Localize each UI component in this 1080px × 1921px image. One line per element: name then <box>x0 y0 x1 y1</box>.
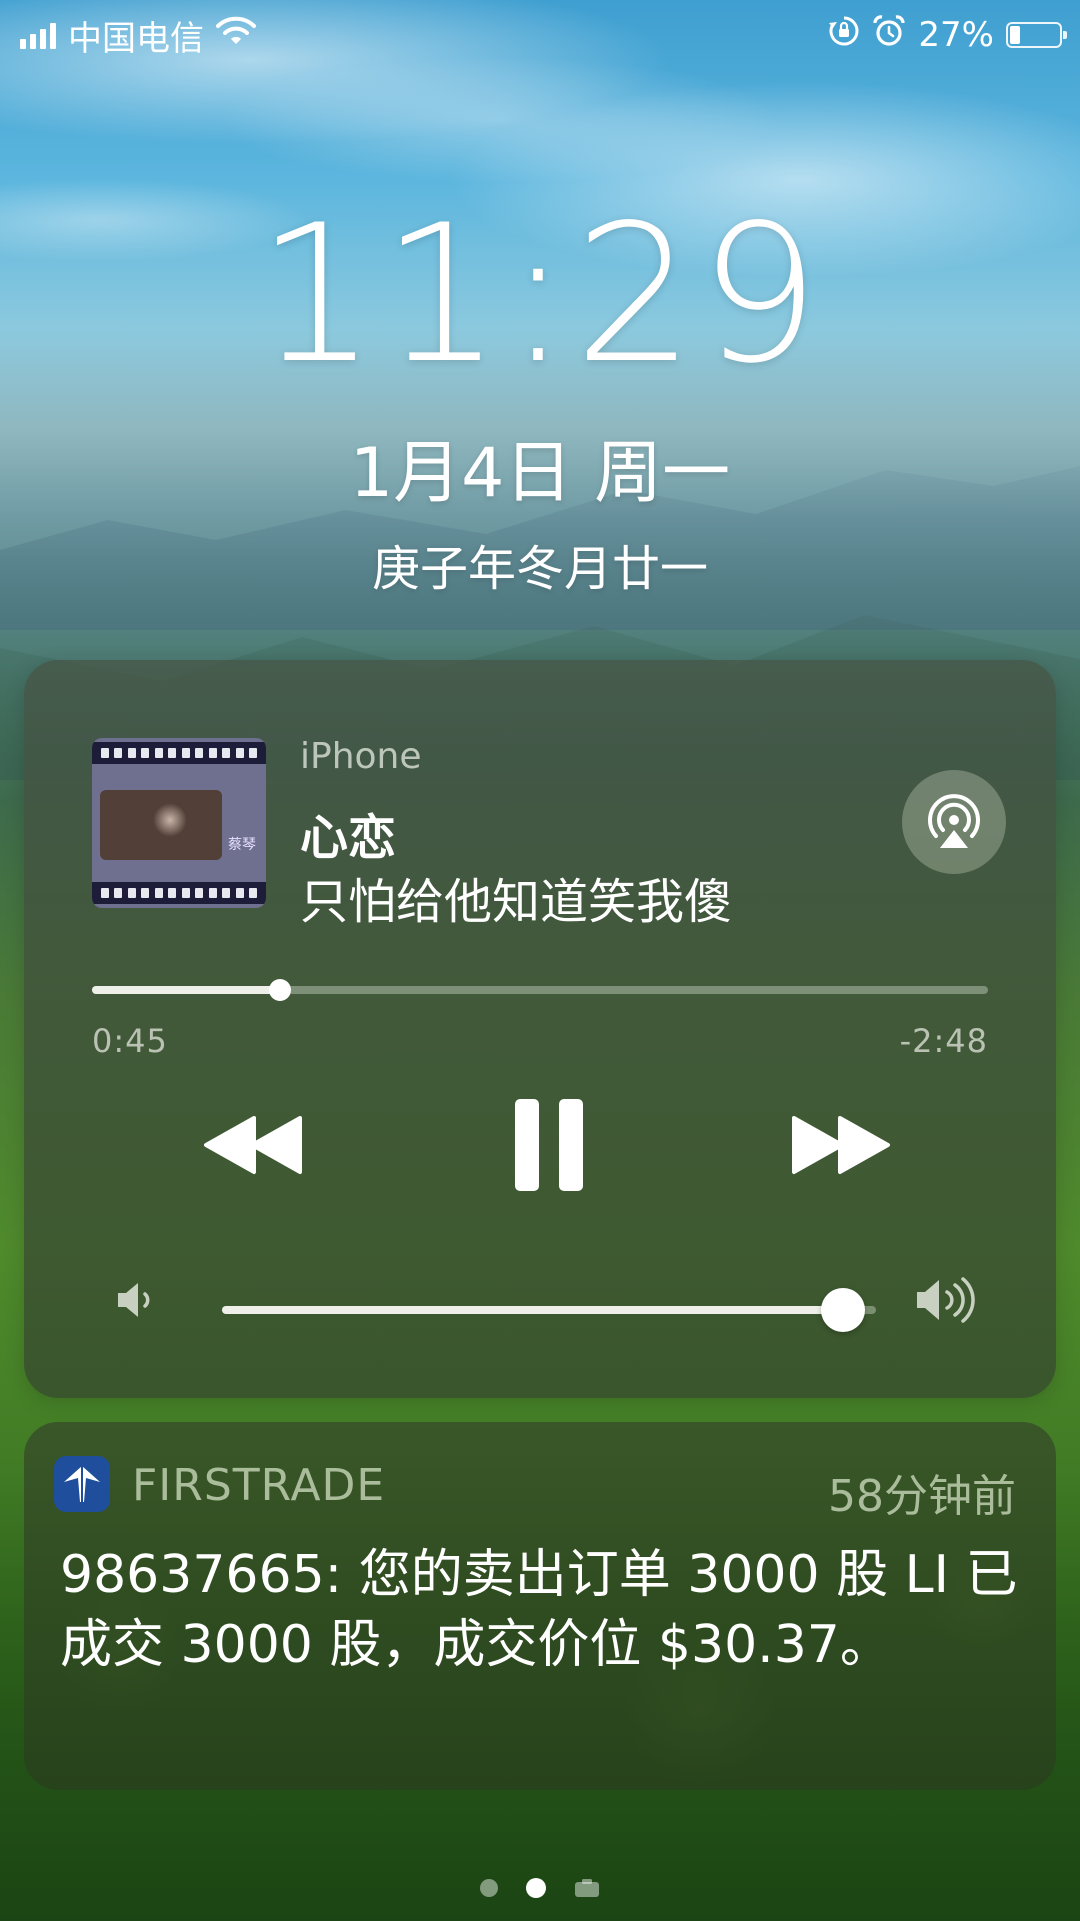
carrier-name: 中国电信 <box>68 18 204 59</box>
firstrade-notification[interactable]: FIRSTRADE 58分钟前 98637665: 您的卖出订单 3000 股 … <box>24 1422 1056 1790</box>
alarm-icon <box>872 14 906 57</box>
song-title: 心恋 <box>300 810 397 866</box>
page-dot-active <box>526 1878 546 1898</box>
rewind-button[interactable] <box>194 1100 314 1190</box>
lock-clock: 11:29 <box>256 184 824 405</box>
lock-date: 1月4日 周一 <box>349 434 731 513</box>
fast-forward-icon <box>792 1116 890 1174</box>
rewind-icon <box>204 1116 302 1174</box>
status-bar-right: 27% <box>828 14 1067 57</box>
playback-source: iPhone <box>300 736 422 777</box>
album-artwork[interactable]: 蔡琴 <box>92 738 266 908</box>
wifi-icon <box>216 15 256 55</box>
volume-low-icon <box>106 1270 166 1330</box>
page-indicator[interactable] <box>0 1878 1080 1898</box>
volume-knob[interactable] <box>821 1288 866 1332</box>
notification-time: 58分钟前 <box>828 1471 1016 1522</box>
battery-percent: 27% <box>918 15 994 55</box>
volume-high-icon <box>904 1270 994 1330</box>
pause-icon <box>515 1099 583 1191</box>
remaining-time: -2:48 <box>899 1022 988 1060</box>
battery-icon <box>1006 22 1067 48</box>
lock-screen: 中国电信 27% 11:29 1月4日 周一 庚子年冬月廿一 蔡琴 iPhone… <box>0 0 1080 1921</box>
notification-app-name: FIRSTRADE <box>132 1460 386 1511</box>
volume-level <box>222 1306 844 1314</box>
song-subtitle: 只怕给他知道笑我傻 <box>300 874 733 930</box>
status-bar: 中国电信 27% <box>20 10 1067 60</box>
airplay-button[interactable] <box>902 770 1006 874</box>
scrubber-played <box>92 986 281 994</box>
scrubber-knob[interactable] <box>269 979 292 1001</box>
volume-slider[interactable] <box>222 1288 876 1332</box>
now-playing-widget[interactable]: 蔡琴 iPhone 心恋 只怕给他知道笑我傻 0:45 -2:48 <box>24 660 1056 1398</box>
lunar-date: 庚子年冬月廿一 <box>371 541 708 597</box>
camera-icon <box>574 1878 600 1898</box>
elapsed-time: 0:45 <box>92 1022 168 1060</box>
film-strip-top <box>92 742 266 764</box>
firstrade-app-icon <box>54 1456 110 1512</box>
playback-scrubber[interactable] <box>92 979 988 1001</box>
pause-button[interactable] <box>494 1090 604 1200</box>
page-dot <box>480 1879 498 1897</box>
notification-body: 98637665: 您的卖出订单 3000 股 LI 已成交 3000 股，成交… <box>60 1545 1018 1675</box>
airplay-icon <box>928 794 980 848</box>
film-strip-bottom <box>92 882 266 904</box>
battery-level-fill <box>1010 26 1021 44</box>
album-photo <box>100 790 222 860</box>
fast-forward-button[interactable] <box>780 1100 900 1190</box>
orientation-lock-icon <box>828 15 860 56</box>
status-bar-left: 中国电信 <box>20 11 256 60</box>
artwork-caption: 蔡琴 <box>228 837 256 853</box>
signal-icon <box>20 21 56 49</box>
